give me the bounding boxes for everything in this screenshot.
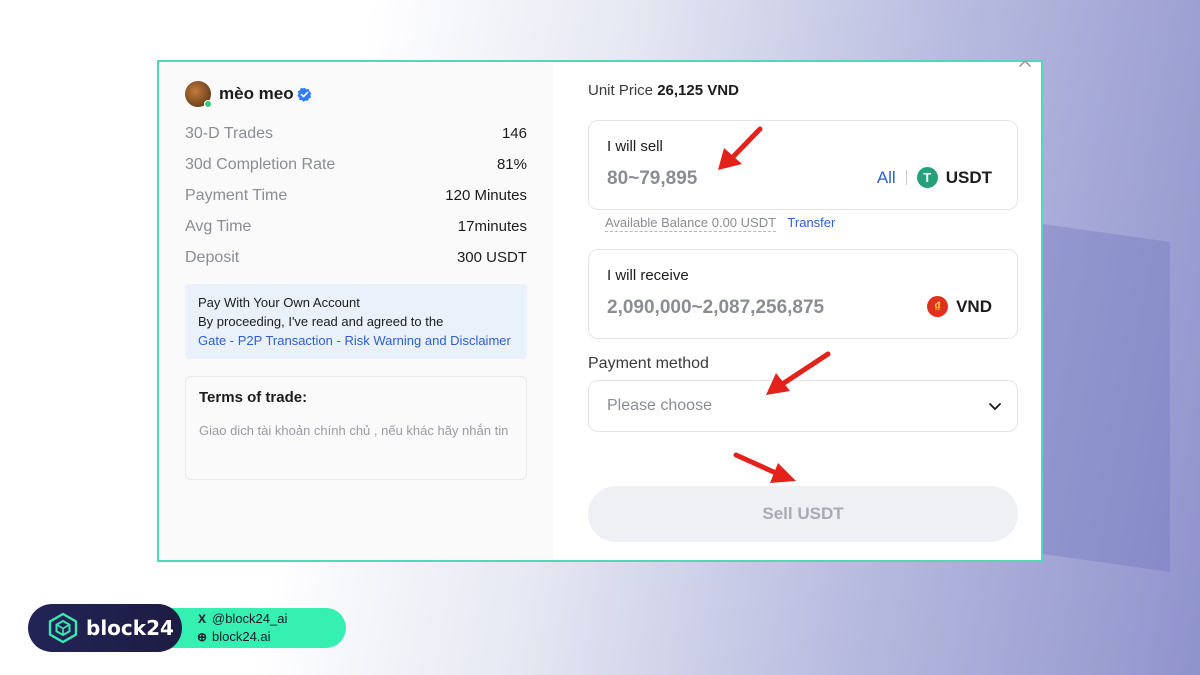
sell-amount-label: I will sell	[607, 138, 663, 155]
stat-value: 300 USDT	[456, 249, 527, 266]
seller-stats: 30-D Trades 146 30d Completion Rate 81% …	[185, 118, 527, 273]
receive-amount-label: I will receive	[607, 267, 689, 284]
chevron-up-icon[interactable]	[1017, 56, 1033, 72]
receive-amount-input[interactable]: 2,090,000~2,087,256,875	[607, 297, 824, 319]
vnd-coin-icon: ₫	[927, 296, 949, 317]
seller-header: mèo meo	[185, 80, 527, 108]
twitter-link[interactable]: X @block24_ai	[196, 610, 287, 628]
receive-currency-label: VND	[956, 296, 992, 316]
stat-row: 30-D Trades 146	[185, 118, 527, 149]
usdt-coin-icon: T	[916, 167, 938, 188]
chevron-down-icon	[989, 403, 1001, 411]
seller-panel: mèo meo 30-D Trades 146 30d Completion R…	[159, 62, 553, 560]
stat-row: Avg Time 17minutes	[185, 211, 527, 242]
block24-logo-icon	[48, 612, 78, 644]
stat-label: 30-D Trades	[185, 124, 274, 142]
risk-notice: Pay With Your Own Account By proceeding,…	[185, 284, 527, 359]
payment-method-label: Payment method	[588, 355, 709, 372]
stat-row: 30d Completion Rate 81%	[185, 149, 527, 180]
stat-value: 17minutes	[457, 218, 527, 235]
annotation-arrow-icon	[718, 126, 763, 170]
stat-label: Avg Time	[185, 217, 252, 235]
seller-name[interactable]: mèo meo	[219, 84, 294, 104]
notice-line-2: By proceeding, I've read and agreed to t…	[198, 314, 444, 329]
divider	[905, 170, 907, 185]
available-balance: Available Balance 0.00 USDT Transfer	[605, 215, 835, 232]
transfer-link[interactable]: Transfer	[787, 215, 835, 230]
globe-icon: ⊕	[196, 630, 208, 644]
payment-method-placeholder: Please choose	[607, 397, 712, 414]
stat-label: Deposit	[185, 248, 240, 266]
sell-currency: All T USDT	[877, 167, 992, 188]
p2p-sell-dialog: mèo meo 30-D Trades 146 30d Completion R…	[157, 59, 1043, 562]
all-button[interactable]: All	[877, 168, 896, 188]
terms-title: Terms of trade:	[199, 389, 308, 406]
brand-badge: block24 X @block24_ai ⊕ block24.ai	[28, 604, 346, 652]
sell-amount-field[interactable]: I will sell 80~79,895 All T USDT	[588, 120, 1018, 210]
receive-amount-field[interactable]: I will receive 2,090,000~2,087,256,875 ₫…	[588, 249, 1018, 339]
twitter-handle: @block24_ai	[212, 611, 288, 626]
brand-links: X @block24_ai ⊕ block24.ai	[196, 610, 287, 646]
website-url: block24.ai	[212, 629, 271, 644]
x-logo-icon: X	[197, 612, 206, 626]
annotation-arrow-icon	[733, 452, 796, 483]
stat-label: 30d Completion Rate	[185, 155, 336, 173]
online-status-icon	[204, 100, 212, 108]
annotation-arrow-icon	[766, 351, 831, 395]
stat-value: 120 Minutes	[445, 187, 527, 204]
sell-amount-input[interactable]: 80~79,895	[607, 168, 697, 190]
stat-row: Payment Time 120 Minutes	[185, 180, 527, 211]
unit-price-label: Unit Price	[588, 82, 654, 99]
stat-row: Deposit 300 USDT	[185, 242, 527, 273]
website-link[interactable]: ⊕ block24.ai	[196, 628, 287, 646]
stat-label: Payment Time	[185, 186, 288, 204]
terms-of-trade: Terms of trade: Giao dich tài khoản chín…	[185, 376, 527, 480]
receive-currency: ₫ VND	[927, 296, 992, 317]
stat-value: 81%	[496, 156, 527, 173]
terms-text: Giao dich tài khoản chính chủ , nếu khác…	[199, 423, 509, 438]
stat-value: 146	[501, 125, 527, 142]
verified-badge-icon	[297, 87, 312, 102]
brand-name: block24	[86, 616, 174, 640]
brand-logo: block24	[28, 604, 182, 652]
sell-currency-label: USDT	[945, 167, 992, 187]
risk-warning-link[interactable]: Gate - P2P Transaction - Risk Warning an…	[198, 331, 514, 350]
notice-line-1: Pay With Your Own Account	[198, 295, 360, 310]
unit-price: Unit Price 26,125 VND	[588, 82, 739, 99]
available-balance-text: Available Balance 0.00 USDT	[605, 215, 776, 232]
avatar[interactable]	[185, 81, 212, 108]
sell-usdt-button[interactable]: Sell USDT	[588, 486, 1018, 542]
unit-price-value: 26,125 VND	[657, 82, 739, 99]
